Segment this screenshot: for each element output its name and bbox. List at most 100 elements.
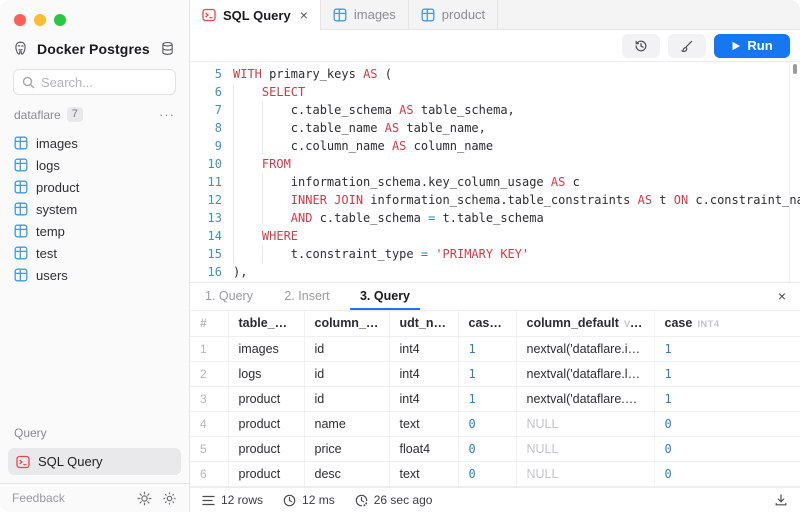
tab-images[interactable]: images xyxy=(321,0,409,29)
cell[interactable]: 0 xyxy=(654,462,800,487)
tab-product[interactable]: product xyxy=(409,0,498,29)
download-icon[interactable] xyxy=(774,493,788,507)
sidebar-table-system[interactable]: system xyxy=(8,198,181,220)
line-number: 16 xyxy=(190,263,222,281)
cell[interactable]: name xyxy=(304,412,389,437)
format-button[interactable] xyxy=(668,34,706,58)
tab-sql-query[interactable]: SQL Query × xyxy=(190,0,321,30)
sidebar-item-sql-query[interactable]: SQL Query xyxy=(8,448,181,475)
column-header-table_name[interactable]: table_name... xyxy=(228,311,304,337)
cell[interactable]: product xyxy=(228,412,304,437)
table-row[interactable]: 6productdesctext0NULL0 xyxy=(190,462,800,487)
cell[interactable]: 0 xyxy=(458,462,516,487)
token: t.table_schema xyxy=(435,211,543,225)
column-header-udt_name[interactable]: udt_name... xyxy=(389,311,458,337)
cell[interactable]: nextval('dataflare.product_id_... xyxy=(516,387,654,412)
token: = xyxy=(421,247,428,261)
results-close-icon[interactable]: × xyxy=(764,283,800,310)
token: ), xyxy=(233,265,247,279)
cell[interactable]: 1 xyxy=(654,337,800,362)
app-window: Docker Postgres dataflare 7 ··· imageslo… xyxy=(0,0,800,512)
sidebar-table-product[interactable]: product xyxy=(8,176,181,198)
terminal-icon-slot xyxy=(16,455,30,469)
cell[interactable]: product xyxy=(228,387,304,412)
code-content: c.table_name AS table_name, xyxy=(233,119,486,137)
theme-sun-icon[interactable] xyxy=(137,491,152,506)
cell[interactable]: nextval('dataflare.logs_id_seq'... xyxy=(516,362,654,387)
cell[interactable]: NULL xyxy=(516,437,654,462)
cell[interactable]: desc xyxy=(304,462,389,487)
column-header-rownum[interactable]: # xyxy=(190,311,228,337)
editor-scrollbar-thumb[interactable] xyxy=(793,64,797,74)
cell[interactable]: float4 xyxy=(389,437,458,462)
table-label: users xyxy=(36,268,68,283)
column-header-column_name[interactable]: column_name... xyxy=(304,311,389,337)
results-tab-1-query[interactable]: 1. Query xyxy=(190,283,268,310)
schema-more-icon[interactable]: ··· xyxy=(159,107,175,122)
schema-count-badge: 7 xyxy=(67,107,83,122)
column-header-case[interactable]: caseINT4 xyxy=(458,311,516,337)
results-tab-2-insert[interactable]: 2. Insert xyxy=(268,283,346,310)
table-row[interactable]: 3productidint41nextval('dataflare.produc… xyxy=(190,387,800,412)
cell[interactable]: 1 xyxy=(458,337,516,362)
last-run-text: 26 sec ago xyxy=(374,493,433,507)
row-count-text: 12 rows xyxy=(221,493,263,507)
sidebar-table-images[interactable]: images xyxy=(8,132,181,154)
close-icon[interactable]: × xyxy=(300,7,308,23)
cell[interactable]: id xyxy=(304,337,389,362)
sidebar-table-users[interactable]: users xyxy=(8,264,181,286)
sidebar-table-logs[interactable]: logs xyxy=(8,154,181,176)
cell[interactable]: logs xyxy=(228,362,304,387)
cell[interactable]: 1 xyxy=(654,362,800,387)
zoom-window-button[interactable] xyxy=(54,14,66,26)
column-header-column_default[interactable]: column_defaultVARCHAR xyxy=(516,311,654,337)
cell[interactable]: 1 xyxy=(654,387,800,412)
database-icon[interactable] xyxy=(160,41,175,56)
cell[interactable]: 0 xyxy=(458,412,516,437)
column-type: INT4 xyxy=(697,319,719,330)
table-row[interactable]: 5productpricefloat40NULL0 xyxy=(190,437,800,462)
token: information_schema.table_constraints xyxy=(363,193,638,207)
cell[interactable]: NULL xyxy=(516,412,654,437)
cell[interactable]: 0 xyxy=(458,437,516,462)
column-header-case[interactable]: caseINT4 xyxy=(654,311,800,337)
cell[interactable]: id xyxy=(304,387,389,412)
cell[interactable]: images xyxy=(228,337,304,362)
code-content: c.column_name AS column_name xyxy=(233,137,493,155)
search-box[interactable] xyxy=(13,69,176,95)
cell[interactable]: text xyxy=(389,462,458,487)
cell[interactable]: int4 xyxy=(389,387,458,412)
history-button[interactable] xyxy=(622,34,660,58)
sql-editor[interactable]: 5WITH primary_keys AS (6 SELECT7 c.table… xyxy=(190,62,800,282)
cell[interactable]: product xyxy=(228,437,304,462)
minimize-window-button[interactable] xyxy=(34,14,46,26)
close-window-button[interactable] xyxy=(14,14,26,26)
cell[interactable]: int4 xyxy=(389,337,458,362)
cell[interactable]: 1 xyxy=(458,387,516,412)
results-tab-3-query[interactable]: 3. Query xyxy=(346,283,424,310)
cell[interactable]: id xyxy=(304,362,389,387)
editor-toolbar: Run xyxy=(190,30,800,62)
cell[interactable]: nextval('dataflare.images_id_s... xyxy=(516,337,654,362)
sidebar-table-temp[interactable]: temp xyxy=(8,220,181,242)
search-input[interactable] xyxy=(41,75,167,90)
cell[interactable]: product xyxy=(228,462,304,487)
cell[interactable]: int4 xyxy=(389,362,458,387)
cell[interactable]: price xyxy=(304,437,389,462)
table-row[interactable]: 2logsidint41nextval('dataflare.logs_id_s… xyxy=(190,362,800,387)
settings-gear-icon[interactable] xyxy=(162,491,177,506)
row-number: 6 xyxy=(190,462,228,487)
cell[interactable]: 1 xyxy=(458,362,516,387)
table-row[interactable]: 1imagesidint41nextval('dataflare.images_… xyxy=(190,337,800,362)
run-button[interactable]: Run xyxy=(714,34,790,58)
table-row[interactable]: 4productnametext0NULL0 xyxy=(190,412,800,437)
token: AS xyxy=(392,139,406,153)
feedback-link[interactable]: Feedback xyxy=(12,491,127,505)
code-line: 8 c.table_name AS table_name, xyxy=(190,119,800,137)
cell[interactable]: 0 xyxy=(654,412,800,437)
sidebar-table-test[interactable]: test xyxy=(8,242,181,264)
column-name: table_name xyxy=(239,316,305,330)
cell[interactable]: text xyxy=(389,412,458,437)
cell[interactable]: NULL xyxy=(516,462,654,487)
cell[interactable]: 0 xyxy=(654,437,800,462)
